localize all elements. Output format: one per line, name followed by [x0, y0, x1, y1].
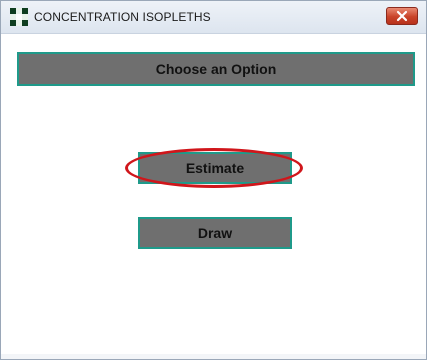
choose-option-header: Choose an Option [17, 52, 415, 86]
draw-button-label: Draw [197, 225, 233, 241]
draw-button[interactable]: Draw [138, 217, 292, 249]
estimate-button-label: Estimate [185, 160, 245, 176]
window-title: CONCENTRATION ISOPLETHS [34, 10, 211, 24]
close-button[interactable] [386, 7, 418, 25]
checkered-app-icon [10, 8, 28, 26]
estimate-button[interactable]: Estimate [138, 152, 292, 184]
dialog-content: Choose an Option Estimate Draw [1, 34, 426, 359]
close-x-icon [396, 10, 408, 22]
choose-option-label: Choose an Option [155, 61, 277, 77]
title-bar[interactable]: CONCENTRATION ISOPLETHS [1, 1, 426, 34]
app-window: CONCENTRATION ISOPLETHS Choose an Option… [0, 0, 427, 360]
window-bottom-edge [1, 354, 426, 359]
